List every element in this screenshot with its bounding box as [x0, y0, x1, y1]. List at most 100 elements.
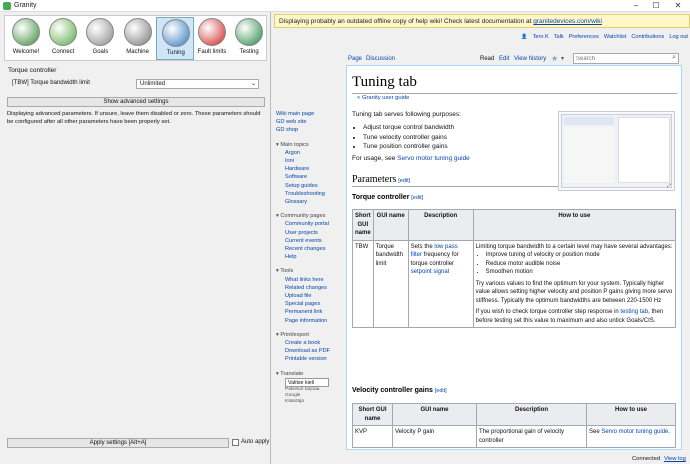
- sidebar-item[interactable]: Community portal: [276, 220, 342, 228]
- how-text: Limiting torque bandwidth to a certain l…: [475, 243, 673, 250]
- connect-icon: [49, 18, 78, 46]
- wiki-sidebar: Wiki main page GD web site GD shop ▾ Main t…: [276, 110, 342, 404]
- edit-section-link[interactable]: [edit]: [398, 178, 410, 184]
- sidebar-item[interactable]: Setup guides: [276, 182, 342, 190]
- how-text-a: See: [589, 429, 602, 435]
- sidebar-item[interactable]: Current events: [276, 237, 342, 245]
- sidebar-item[interactable]: User projects: [276, 229, 342, 237]
- how-text: If you wish to check torque controller s…: [476, 308, 673, 325]
- window-title: Granity: [14, 2, 37, 9]
- tuning-guide-link[interactable]: Servo motor tuning guide: [397, 155, 470, 162]
- sidebar-item[interactable]: Upload file: [276, 292, 342, 300]
- auto-apply-checkbox[interactable]: [232, 439, 239, 446]
- user-link[interactable]: Log out: [669, 34, 688, 40]
- col-gui-name: GUI name: [392, 403, 477, 426]
- watch-star-icon[interactable]: ★: [551, 54, 558, 63]
- toolbar-button-tuning[interactable]: Tuning: [155, 17, 194, 60]
- sidebar-item[interactable]: Special pages: [276, 300, 342, 308]
- sidebar-item[interactable]: Ioni: [276, 157, 342, 165]
- sidebar-item[interactable]: Help: [276, 253, 342, 261]
- tab-read[interactable]: Read: [480, 56, 494, 62]
- list-item: Adjust torque control bandwidth: [363, 123, 454, 133]
- sidebar-item[interactable]: Download as PDF: [276, 347, 342, 355]
- toolbar-label: Goals: [92, 49, 109, 55]
- sidebar-item[interactable]: Related changes: [276, 284, 342, 292]
- show-advanced-button[interactable]: Show advanced settings: [7, 97, 265, 107]
- sidebar-link[interactable]: GD shop: [276, 126, 342, 134]
- user-link[interactable]: Preferences: [569, 34, 599, 40]
- sidebar-item[interactable]: Software: [276, 173, 342, 181]
- torque-bandwidth-select[interactable]: Unlimited ⌄: [136, 79, 259, 89]
- user-icon: 👤: [521, 34, 528, 40]
- edit-section-link[interactable]: [edit]: [411, 195, 423, 201]
- sidebar-item[interactable]: Glossary: [276, 198, 342, 206]
- sidebar-link[interactable]: GD web site: [276, 118, 342, 126]
- toolbar-label: Machine: [126, 49, 149, 55]
- torque-param-table: Short GUI name GUI name Description How …: [352, 209, 677, 328]
- setpoint-signal-link[interactable]: setpoint signal: [411, 269, 449, 275]
- tab-edit[interactable]: Edit: [499, 56, 509, 62]
- breadcrumb[interactable]: < Granity user guide: [357, 95, 409, 101]
- sidebar-item[interactable]: Troubleshooting: [276, 190, 342, 198]
- docs-link[interactable]: granitedevices.com/wiki: [533, 18, 602, 25]
- toolbar-label: Testing: [239, 49, 259, 55]
- tab-view-history[interactable]: View history: [514, 56, 546, 62]
- col-how-to-use: How to use: [586, 403, 676, 426]
- more-chevron-icon[interactable]: ▾: [561, 55, 564, 62]
- toolbar-button-connect[interactable]: Connect: [44, 17, 82, 60]
- user-link[interactable]: Tero K: [533, 34, 549, 40]
- user-link[interactable]: Contributions: [631, 34, 664, 40]
- sidebar-item[interactable]: Hardware: [276, 165, 342, 173]
- sidebar-item[interactable]: Argon: [276, 149, 342, 157]
- desc-text: Sets the: [410, 243, 435, 250]
- minimize-button[interactable]: –: [628, 1, 644, 11]
- enlarge-icon[interactable]: ⤢: [667, 183, 671, 189]
- search-input[interactable]: [574, 54, 664, 63]
- toolbar-button-testing[interactable]: Testing: [230, 17, 268, 60]
- testing-icon: [235, 18, 264, 46]
- sidebar-item[interactable]: Printable version: [276, 355, 342, 363]
- search-icon[interactable]: ⌕: [672, 54, 676, 62]
- sidebar-item[interactable]: Create a book: [276, 339, 342, 347]
- app-icon: [3, 2, 11, 10]
- toolbar-button-welcome[interactable]: Welcome!: [7, 17, 45, 60]
- sidebar-group-title: ▾ Tools: [276, 267, 342, 275]
- window-titlebar: Granity – ☐ ✕: [0, 0, 690, 12]
- sidebar-item[interactable]: Recent changes: [276, 245, 342, 253]
- toolbar-button-fault-limits[interactable]: Fault limits: [193, 17, 231, 60]
- close-button[interactable]: ✕: [670, 1, 686, 11]
- param-label: [TBW] Torque bandwidth limit: [12, 80, 90, 86]
- velocity-heading: Velocity controller gains [edit]: [352, 387, 447, 394]
- user-link[interactable]: Watchlist: [604, 34, 626, 40]
- language-select[interactable]: Valitse kieli: [285, 377, 329, 387]
- edit-section-link[interactable]: [edit]: [435, 388, 447, 394]
- screenshot-thumbnail[interactable]: ⤢: [558, 111, 675, 191]
- sidebar-item[interactable]: Permanent link: [276, 308, 342, 316]
- main-toolbar: Welcome! Connect Goals Machine Tuning Fault l…: [4, 15, 267, 61]
- toolbar-button-machine[interactable]: Machine: [119, 17, 157, 60]
- table-header-row: Short GUI name GUI name Description How …: [352, 403, 676, 426]
- col-gui-name: GUI name: [372, 209, 409, 241]
- tuning-guide-link[interactable]: Servo motor tuning guide: [601, 429, 668, 435]
- tab-discussion[interactable]: Discussion: [366, 56, 395, 62]
- testing-tab-link[interactable]: testing tab: [620, 309, 648, 315]
- sidebar-link[interactable]: Wiki main page: [276, 110, 342, 118]
- toolbar-button-goals[interactable]: Goals: [81, 17, 119, 60]
- sidebar-item[interactable]: Page information: [276, 317, 342, 325]
- tab-page[interactable]: Page: [348, 56, 362, 62]
- maximize-button[interactable]: ☐: [648, 1, 664, 11]
- cell-short: KVP: [352, 425, 393, 448]
- wiki-logo[interactable]: [290, 60, 330, 100]
- group-title: Torque controller: [8, 67, 57, 74]
- title-divider: [352, 93, 677, 94]
- list-item: Improve tuning of velocity or position m…: [486, 251, 673, 260]
- user-link[interactable]: Talk: [554, 34, 564, 40]
- torque-heading: Torque controller [edit]: [352, 194, 424, 201]
- sidebar-item[interactable]: What links here: [276, 276, 342, 284]
- view-log-link[interactable]: View log: [664, 456, 686, 462]
- col-description: Description: [407, 209, 474, 241]
- settings-panel: Welcome! Connect Goals Machine Tuning Fault l…: [0, 12, 271, 464]
- velocity-param-table: Short GUI name GUI name Description How …: [352, 403, 676, 448]
- group-label: Translate: [280, 370, 304, 377]
- apply-settings-button[interactable]: Apply settings [Alt+A]: [7, 438, 229, 448]
